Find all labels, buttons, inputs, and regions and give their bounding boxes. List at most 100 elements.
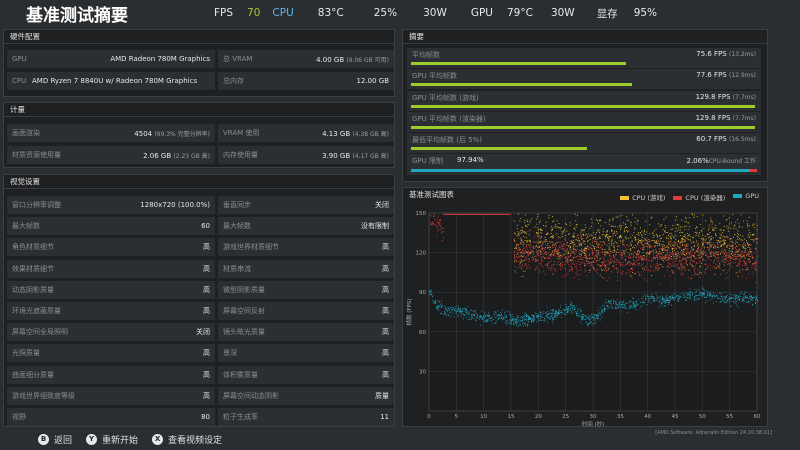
data-point bbox=[604, 249, 606, 250]
data-point bbox=[462, 311, 463, 313]
data-point bbox=[590, 234, 592, 236]
data-point bbox=[675, 235, 677, 237]
data-point bbox=[685, 257, 687, 259]
summary-row: GPU 平均帧数 77.6 FPS (12.9ms) bbox=[407, 69, 761, 90]
data-point bbox=[726, 257, 728, 259]
data-point bbox=[684, 258, 685, 260]
data-point bbox=[598, 236, 600, 238]
data-point bbox=[569, 247, 571, 248]
data-point bbox=[506, 323, 507, 325]
data-point bbox=[668, 263, 670, 265]
data-point bbox=[607, 230, 609, 232]
restart-button[interactable]: Y 重新开始 bbox=[86, 433, 138, 446]
data-point bbox=[634, 221, 636, 223]
data-point bbox=[608, 246, 610, 248]
data-point bbox=[717, 257, 719, 259]
data-point bbox=[722, 259, 724, 261]
data-point bbox=[634, 305, 636, 307]
data-point bbox=[745, 297, 747, 299]
setting-row: 镜头眩光质量高 bbox=[218, 323, 394, 342]
data-point bbox=[737, 254, 739, 256]
data-point bbox=[517, 244, 519, 246]
data-point bbox=[614, 266, 616, 268]
data-point bbox=[653, 300, 655, 302]
data-point bbox=[433, 223, 435, 225]
data-point bbox=[646, 259, 648, 261]
data-point bbox=[581, 238, 582, 240]
data-point bbox=[474, 314, 476, 316]
data-point bbox=[581, 229, 582, 231]
data-point bbox=[686, 265, 688, 267]
data-point bbox=[685, 253, 687, 255]
setting-row: 材质串流高 bbox=[218, 259, 394, 278]
data-point bbox=[704, 239, 706, 241]
data-point bbox=[604, 268, 606, 270]
data-point bbox=[679, 263, 681, 265]
data-point bbox=[739, 264, 741, 266]
data-point bbox=[604, 234, 606, 236]
data-point bbox=[575, 237, 577, 239]
data-point bbox=[546, 247, 548, 249]
data-point bbox=[672, 244, 674, 246]
data-point bbox=[678, 227, 680, 229]
data-point bbox=[743, 263, 745, 265]
data-point bbox=[556, 245, 558, 247]
data-point bbox=[620, 235, 621, 237]
data-point bbox=[636, 255, 638, 257]
hardware-panel: 硬件配置 GPU AMD Radeon 780M Graphics 总 VRAM… bbox=[3, 29, 395, 97]
data-point bbox=[607, 253, 609, 255]
data-point bbox=[631, 301, 633, 303]
data-point bbox=[561, 276, 563, 278]
data-point bbox=[742, 275, 744, 277]
data-point bbox=[609, 306, 611, 308]
data-point bbox=[571, 250, 573, 252]
data-point bbox=[648, 247, 650, 249]
data-point bbox=[746, 254, 748, 256]
data-point bbox=[702, 292, 704, 294]
data-point bbox=[640, 241, 642, 243]
data-point bbox=[695, 250, 697, 252]
data-point bbox=[751, 225, 753, 226]
data-point bbox=[589, 269, 591, 271]
data-point bbox=[599, 274, 601, 276]
data-point bbox=[611, 240, 613, 241]
data-point bbox=[624, 260, 626, 262]
data-point bbox=[567, 264, 569, 266]
data-point bbox=[512, 316, 514, 318]
data-point bbox=[539, 312, 541, 314]
back-button[interactable]: B 返回 bbox=[38, 433, 72, 446]
data-point bbox=[725, 239, 727, 241]
data-point bbox=[525, 259, 527, 260]
data-point bbox=[605, 260, 606, 262]
data-point bbox=[585, 234, 587, 236]
data-point bbox=[598, 219, 600, 221]
data-point bbox=[679, 296, 681, 298]
data-point bbox=[565, 304, 567, 305]
data-point bbox=[707, 243, 709, 244]
view-settings-button[interactable]: X 查看视频设定 bbox=[152, 433, 222, 446]
data-point bbox=[624, 249, 626, 251]
data-point bbox=[638, 263, 640, 265]
data-point bbox=[513, 250, 515, 252]
data-point bbox=[597, 252, 599, 254]
data-point bbox=[581, 248, 582, 250]
data-point bbox=[610, 255, 612, 257]
b-button-icon: B bbox=[38, 433, 49, 445]
data-point bbox=[539, 318, 541, 320]
data-point bbox=[575, 312, 577, 314]
data-point bbox=[510, 316, 512, 318]
summary-value: 75.6 FPS (13.2ms) bbox=[696, 50, 756, 58]
data-point bbox=[441, 226, 443, 228]
data-point bbox=[579, 321, 581, 323]
data-point bbox=[661, 298, 663, 300]
data-point bbox=[524, 232, 526, 234]
data-point bbox=[530, 267, 532, 269]
data-point bbox=[510, 322, 512, 324]
data-point bbox=[612, 252, 614, 254]
data-point bbox=[577, 214, 578, 216]
data-point bbox=[717, 298, 719, 300]
data-point bbox=[538, 235, 540, 237]
data-point bbox=[569, 245, 571, 247]
data-point bbox=[605, 254, 607, 256]
data-point bbox=[596, 241, 598, 243]
